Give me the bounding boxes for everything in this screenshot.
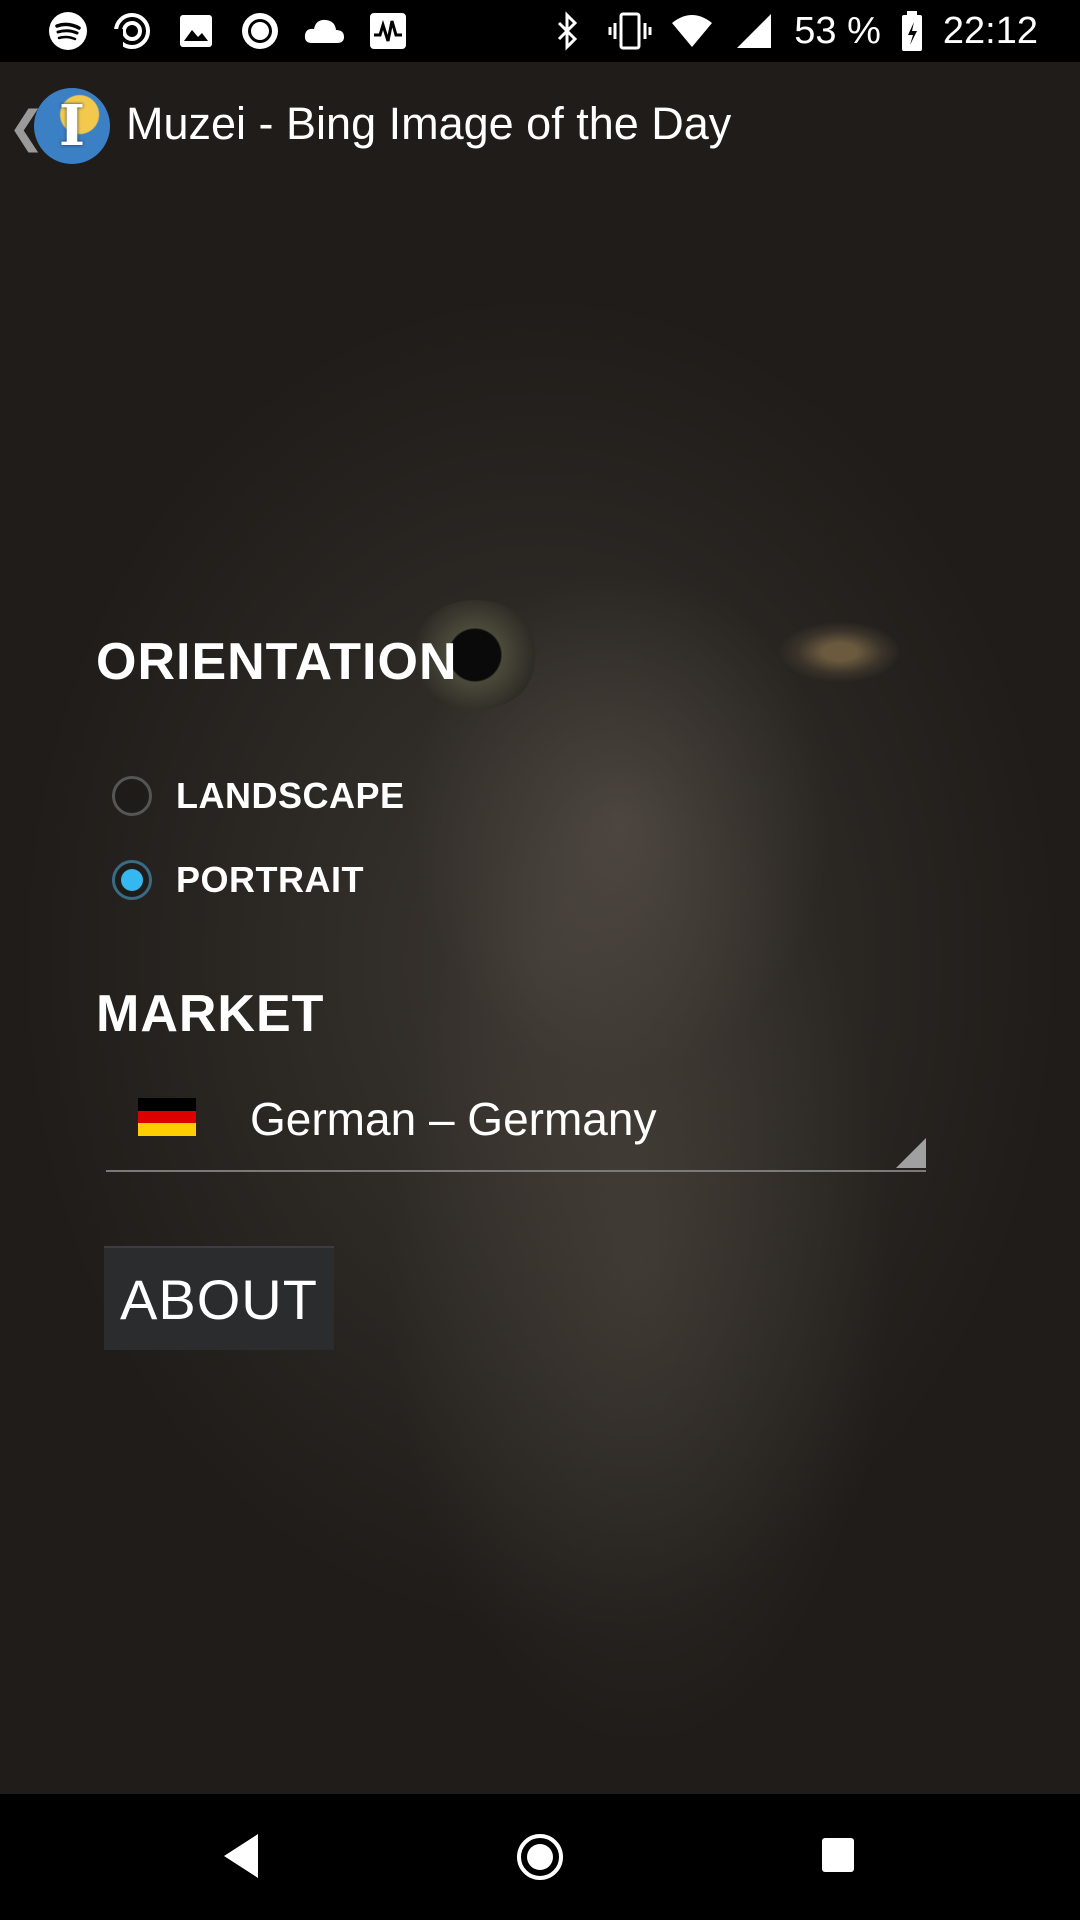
market-selected-value: German – Germany (250, 1093, 657, 1145)
signal-icon (732, 9, 776, 53)
wallpaper-background (0, 62, 1080, 1794)
radio-label-portrait[interactable]: PORTRAIT (176, 859, 364, 901)
vibrate-icon (608, 9, 652, 53)
dropdown-arrow-icon (896, 1138, 926, 1168)
battery-icon (899, 9, 925, 53)
about-button[interactable]: ABOUT (104, 1246, 334, 1350)
app-logo-letter: I (58, 93, 86, 159)
page-title: Muzei - Bing Image of the Day (126, 98, 732, 149)
radio-portrait[interactable]: PORTRAIT (112, 855, 364, 905)
battery-percent: 53 % (794, 9, 881, 52)
sync-icon (110, 9, 154, 53)
clock: 22:12 (942, 9, 1038, 52)
navigation-bar (0, 1794, 1080, 1920)
wifi-icon (670, 9, 714, 53)
radio-label-landscape[interactable]: LANDSCAPE (176, 775, 405, 817)
system-icons: 53 % 22:12 (546, 0, 1038, 62)
germany-flag-icon (138, 1098, 196, 1136)
home-icon[interactable] (517, 1834, 563, 1880)
radio-button-portrait[interactable] (112, 860, 152, 900)
radio-landscape[interactable]: LANDSCAPE (112, 771, 405, 821)
orientation-heading: ORIENTATION (96, 633, 458, 691)
notification-icons (0, 9, 410, 53)
bluetooth-icon (546, 9, 590, 53)
market-dropdown[interactable]: German – Germany (106, 1078, 926, 1172)
image-icon (174, 9, 218, 53)
spotify-icon (46, 9, 90, 53)
app-logo-icon[interactable]: I (34, 88, 110, 164)
market-heading: MARKET (96, 985, 325, 1043)
activity-icon (366, 9, 410, 53)
back-icon[interactable] (224, 1834, 258, 1878)
cloud-icon (302, 9, 346, 53)
status-bar: 53 % 22:12 (0, 0, 1080, 62)
radio-button-landscape[interactable] (112, 776, 152, 816)
recents-icon[interactable] (822, 1838, 854, 1872)
radio-icon (238, 9, 282, 53)
owl-right-eye (780, 622, 900, 682)
